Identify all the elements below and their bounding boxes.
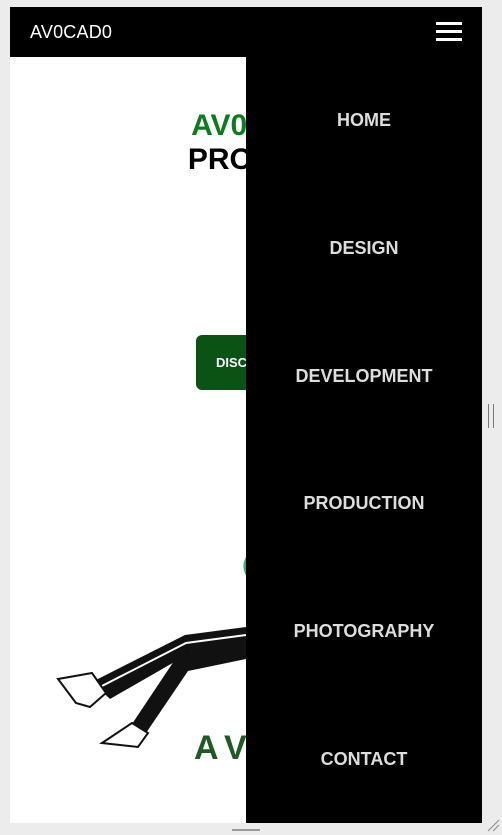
menu-item-contact[interactable]: CONTACT <box>246 749 482 770</box>
hamburger-menu-icon[interactable] <box>436 22 462 42</box>
resize-handle-vertical[interactable] <box>488 404 494 428</box>
hamburger-line <box>436 38 462 41</box>
menu-item-home[interactable]: HOME <box>246 110 482 131</box>
side-menu: HOME DESIGN DEVELOPMENT PRODUCTION PHOTO… <box>246 57 482 823</box>
device-frame: AV0CAD0 AV0CAD0 PRODUCT DISC AV HOME DES… <box>10 7 482 823</box>
top-navbar: AV0CAD0 <box>10 7 482 57</box>
menu-item-design[interactable]: DESIGN <box>246 238 482 259</box>
brand-logo[interactable]: AV0CAD0 <box>30 22 112 43</box>
menu-item-photography[interactable]: PHOTOGRAPHY <box>246 621 482 642</box>
hamburger-line <box>436 22 462 25</box>
hamburger-line <box>436 30 462 33</box>
shoe-upper <box>56 671 108 709</box>
menu-item-development[interactable]: DEVELOPMENT <box>246 366 482 387</box>
menu-item-production[interactable]: PRODUCTION <box>246 493 482 514</box>
resize-handle-horizontal[interactable] <box>232 829 260 831</box>
resize-corner-icon[interactable] <box>486 818 500 832</box>
